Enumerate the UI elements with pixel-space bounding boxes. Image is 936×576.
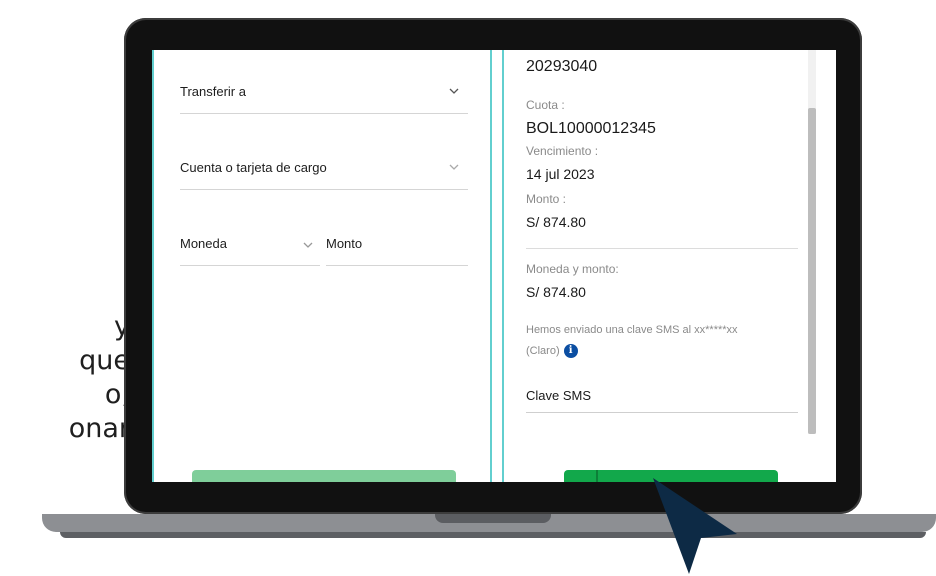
caption-line-4: onar bbox=[68, 413, 130, 444]
caption-line-1: y bbox=[114, 311, 130, 342]
caption-line-3: o, bbox=[104, 379, 130, 410]
sms-code-label: Clave SMS bbox=[526, 388, 592, 403]
amount-input[interactable]: Monto bbox=[326, 236, 468, 266]
currency-select[interactable]: Moneda bbox=[180, 236, 320, 266]
amount-summary-value: S/ 874.80 bbox=[526, 214, 586, 230]
chevron-down-icon bbox=[303, 242, 313, 248]
quota-value: BOL10000012345 bbox=[526, 120, 656, 137]
sms-carrier: (Claro) bbox=[526, 344, 560, 357]
mouse-cursor-icon bbox=[653, 478, 737, 574]
payment-summary-panel: ········ 20293040 Cuota : BOL10000012345… bbox=[502, 50, 836, 482]
quota-label: Cuota : bbox=[526, 98, 565, 112]
transfer-to-label: Transferir a bbox=[180, 84, 246, 99]
laptop-notch bbox=[435, 514, 551, 523]
charge-account-select[interactable]: Cuenta o tarjeta de cargo bbox=[180, 156, 468, 190]
cutoff-label: ········ bbox=[526, 50, 558, 54]
side-caption: y que o, onar bbox=[0, 310, 130, 446]
continue-button-disabled[interactable] bbox=[192, 470, 456, 482]
sms-code-input-line[interactable] bbox=[526, 412, 798, 413]
due-date-value: 14 jul 2023 bbox=[526, 166, 595, 182]
info-icon[interactable]: i bbox=[563, 344, 578, 358]
transfer-form-panel: Transferir a Cuenta o tarjeta de cargo M… bbox=[152, 50, 492, 482]
scrollbar-thumb[interactable] bbox=[808, 108, 816, 434]
laptop-screen: Transferir a Cuenta o tarjeta de cargo M… bbox=[152, 50, 836, 482]
due-date-label: Vencimiento : bbox=[526, 144, 599, 158]
chevron-down-icon bbox=[449, 88, 459, 94]
amount-summary-label: Monto : bbox=[526, 192, 567, 206]
amount-label: Monto bbox=[326, 236, 363, 251]
sms-notice-line-2: (Claro) i bbox=[526, 344, 578, 358]
confirm-button-separator bbox=[596, 470, 598, 482]
transfer-to-select[interactable]: Transferir a bbox=[180, 80, 468, 114]
caption-line-2: que bbox=[79, 345, 130, 376]
sms-notice-line-1: Hemos enviado una clave SMS al xx*****xx bbox=[526, 324, 738, 336]
currency-amount-label: Moneda y monto: bbox=[526, 262, 619, 276]
summary-divider bbox=[526, 248, 798, 249]
laptop-base-shadow bbox=[60, 532, 926, 538]
chevron-down-icon bbox=[449, 164, 459, 170]
currency-label: Moneda bbox=[180, 236, 227, 251]
charge-account-label: Cuenta o tarjeta de cargo bbox=[180, 160, 327, 175]
currency-amount-value: S/ 874.80 bbox=[526, 284, 586, 300]
reference-number: 20293040 bbox=[526, 58, 598, 75]
